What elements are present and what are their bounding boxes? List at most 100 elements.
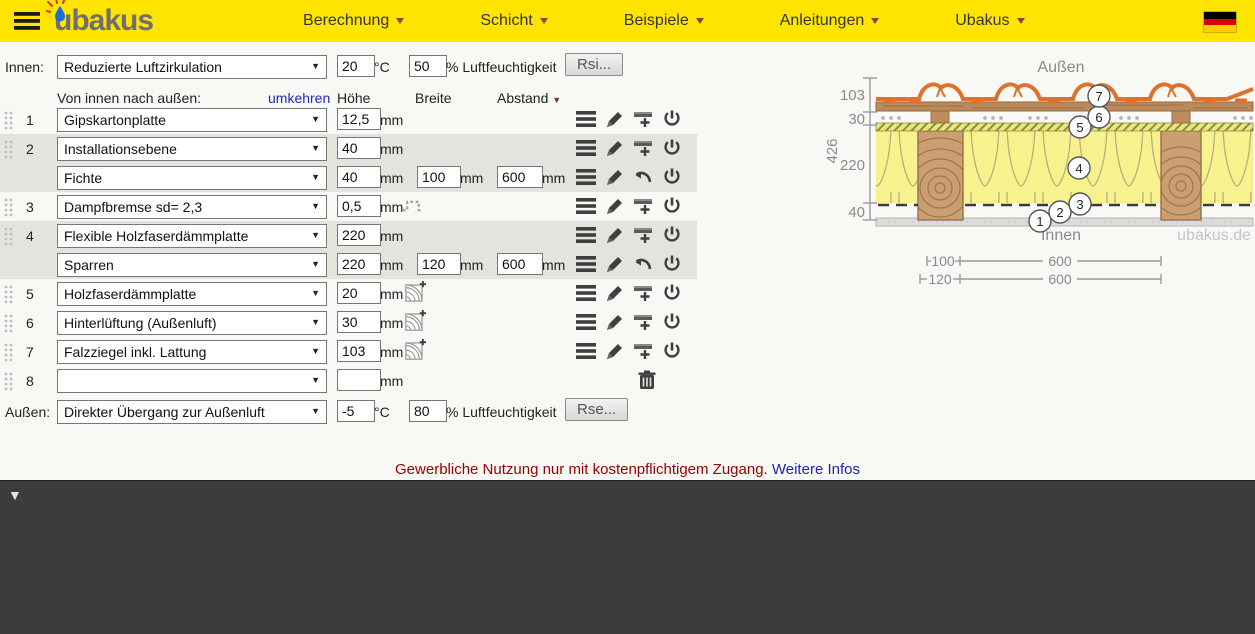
edit-layer-icon[interactable] — [605, 254, 624, 273]
insert-layer-icon[interactable] — [633, 283, 653, 302]
edit-layer-icon[interactable] — [605, 167, 624, 186]
layer-menu-icon[interactable] — [576, 110, 596, 128]
add-grain-texture-icon[interactable] — [405, 310, 426, 336]
nav-berechnung[interactable]: Berechnung — [303, 12, 404, 30]
insert-layer-icon[interactable] — [633, 109, 653, 128]
width-input[interactable] — [417, 166, 461, 188]
drag-handle[interactable] — [4, 198, 13, 222]
thickness-input[interactable] — [337, 166, 381, 188]
layer-menu-icon[interactable] — [576, 255, 596, 273]
marker-3: 3 — [1076, 197, 1083, 212]
material-select[interactable]: Falzziegel inkl. Lattung▼ — [57, 340, 327, 364]
material-select[interactable]: Dampfbremse sd= 2,3▼ — [57, 195, 327, 219]
spacing-input[interactable] — [497, 166, 543, 188]
temp-unit: °C — [374, 404, 390, 420]
width-input[interactable] — [417, 253, 461, 275]
rsi-button[interactable]: Rsi... — [565, 53, 623, 76]
thickness-input[interactable] — [337, 369, 381, 391]
insert-layer-icon[interactable] — [633, 341, 653, 360]
edit-layer-icon[interactable] — [605, 312, 624, 331]
thickness-input[interactable] — [337, 282, 381, 304]
rotate-insert-icon[interactable] — [633, 254, 653, 273]
edit-layer-icon[interactable] — [605, 196, 624, 215]
material-select[interactable]: Hinterlüftung (Außenluft)▼ — [57, 311, 327, 335]
outer-condition-select[interactable]: Direkter Übergang zur Außenluft▼ — [57, 400, 327, 424]
thickness-input[interactable] — [337, 311, 381, 333]
add-grain-texture-icon[interactable] — [405, 281, 426, 307]
rse-button[interactable]: Rse... — [565, 398, 628, 421]
layer-menu-icon[interactable] — [576, 226, 596, 244]
german-flag-language-switch[interactable] — [1203, 11, 1237, 33]
material-select[interactable]: Sparren▼ — [57, 253, 327, 277]
toggle-layer-icon[interactable] — [662, 167, 682, 186]
nav-schicht[interactable]: Schicht — [480, 12, 547, 30]
membrane-over-rafter-icon[interactable] — [402, 196, 424, 219]
drag-handle[interactable] — [4, 140, 13, 164]
layer-menu-icon[interactable] — [576, 139, 596, 157]
insert-layer-icon[interactable] — [633, 225, 653, 244]
rotate-insert-icon[interactable] — [633, 167, 653, 186]
ubakus-logo[interactable]: ubakus — [54, 0, 153, 42]
thickness-input[interactable] — [337, 340, 381, 362]
toggle-layer-icon[interactable] — [662, 196, 682, 215]
nav-ubakus[interactable]: Ubakus — [955, 12, 1024, 30]
toggle-layer-icon[interactable] — [662, 312, 682, 331]
inner-humidity-input[interactable] — [409, 55, 447, 77]
reverse-link[interactable]: umkehren — [268, 90, 330, 106]
drag-handle[interactable] — [4, 343, 13, 367]
layer-number: 8 — [26, 373, 34, 389]
toggle-layer-icon[interactable] — [662, 109, 682, 128]
add-grain-texture-icon[interactable] — [405, 339, 426, 365]
material-select[interactable]: Flexible Holzfaserdämmplatte▼ — [57, 224, 327, 248]
results-panel: ▼ U-Wert: 0,192 W/(m²K) EnEV Bestand U ≤… — [0, 480, 1255, 634]
direction-label: Von innen nach außen: — [57, 90, 201, 106]
drag-handle[interactable] — [4, 372, 13, 396]
drag-handle[interactable] — [4, 111, 13, 135]
edit-layer-icon[interactable] — [605, 283, 624, 302]
toggle-layer-icon[interactable] — [662, 225, 682, 244]
drag-handle[interactable] — [4, 227, 13, 251]
insert-layer-icon[interactable] — [633, 312, 653, 331]
edit-layer-icon[interactable] — [605, 225, 624, 244]
layer-menu-icon[interactable] — [576, 284, 596, 302]
collapse-panel-icon[interactable]: ▼ — [8, 487, 22, 503]
more-info-link[interactable]: Weitere Infos — [772, 461, 860, 478]
nav-anleitungen[interactable]: Anleitungen — [780, 12, 880, 30]
inner-temperature-input[interactable] — [337, 55, 375, 77]
spacing-input[interactable] — [497, 253, 543, 275]
layer-menu-icon[interactable] — [576, 342, 596, 360]
nav-beispiele[interactable]: Beispiele — [624, 12, 704, 30]
material-select[interactable]: Gipskartonplatte▼ — [57, 108, 327, 132]
drag-handle[interactable] — [4, 314, 13, 338]
layer-menu-icon[interactable] — [576, 313, 596, 331]
layer-menu-icon[interactable] — [576, 168, 596, 186]
insert-layer-icon[interactable] — [633, 138, 653, 157]
layer-menu-icon[interactable] — [576, 197, 596, 215]
outer-humidity-input[interactable] — [409, 400, 447, 422]
inner-condition-select[interactable]: Reduzierte Luftzirkulation▼ — [57, 55, 327, 79]
toggle-layer-icon[interactable] — [662, 138, 682, 157]
toggle-layer-icon[interactable] — [662, 283, 682, 302]
toggle-layer-icon[interactable] — [662, 254, 682, 273]
outer-temperature-input[interactable] — [337, 400, 375, 422]
delete-layer-icon[interactable] — [637, 370, 657, 390]
thickness-input[interactable] — [337, 137, 381, 159]
drag-handle[interactable] — [4, 285, 13, 309]
thickness-input[interactable] — [337, 108, 381, 130]
thickness-input[interactable] — [337, 253, 381, 275]
layer-row-8: 8 ▼ mm — [0, 366, 697, 395]
spacing-column-header[interactable]: Abstand ▼ — [497, 90, 561, 106]
inner-label: Innen: — [5, 59, 44, 75]
edit-layer-icon[interactable] — [605, 109, 624, 128]
edit-layer-icon[interactable] — [605, 341, 624, 360]
thickness-input[interactable] — [337, 224, 381, 246]
edit-layer-icon[interactable] — [605, 138, 624, 157]
material-select[interactable]: Installationsebene▼ — [57, 137, 327, 161]
insert-layer-icon[interactable] — [633, 196, 653, 215]
thickness-input[interactable] — [337, 195, 381, 217]
material-select[interactable]: Fichte▼ — [57, 166, 327, 190]
hamburger-menu-icon[interactable] — [14, 11, 40, 31]
toggle-layer-icon[interactable] — [662, 341, 682, 360]
material-select[interactable]: ▼ — [57, 369, 327, 393]
material-select[interactable]: Holzfaserdämmplatte▼ — [57, 282, 327, 306]
